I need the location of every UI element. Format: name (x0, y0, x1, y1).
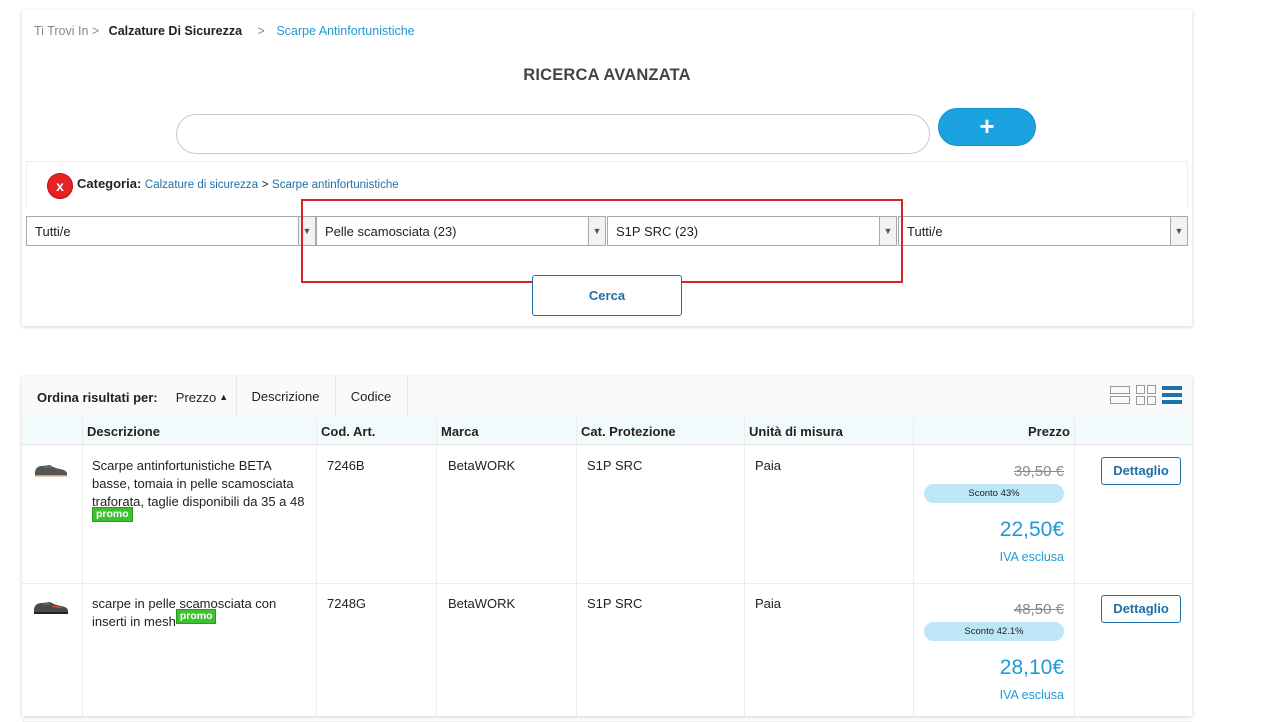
old-price: 48,50 € (1013, 601, 1064, 618)
advanced-search-panel: Ti Trovi In > Calzature Di Sicurezza > S… (22, 10, 1192, 326)
promo-badge: promo (92, 507, 133, 522)
column-header-price: Prezzo (1028, 424, 1070, 439)
column-header-brand: Marca (441, 424, 479, 439)
breadcrumb-scarpe[interactable]: Scarpe Antinfortunistiche (276, 24, 414, 38)
product-description-text: Scarpe antinfortunistiche BETA basse, to… (92, 458, 305, 509)
add-filter-button[interactable]: + (938, 108, 1036, 146)
category-link-calzature[interactable]: Calzature di sicurezza (145, 179, 258, 191)
category-label: Categoria: Calzature di sicurezza > Scar… (77, 176, 399, 191)
category-title: Categoria: (77, 176, 142, 191)
product-code: 7248G (327, 596, 367, 611)
promo-badge: promo (175, 609, 217, 624)
product-price: 28,10€ (999, 656, 1064, 679)
detail-button[interactable]: Dettaglio (1101, 457, 1181, 485)
sort-by-code[interactable]: Codice (335, 376, 408, 417)
sort-price-label: Prezzo (175, 390, 217, 405)
column-header-description: Descrizione (87, 424, 160, 439)
filter-select-1[interactable]: Tutti/e ▼ (26, 216, 316, 246)
product-unit: Paia (755, 458, 782, 473)
breadcrumb-prefix: Ti Trovi In > (34, 24, 100, 38)
product-brand: BetaWORK (448, 596, 516, 611)
filter-select-4[interactable]: Tutti/e ▼ (898, 216, 1188, 246)
shoe-thumbnail[interactable] (32, 459, 70, 479)
shoe-thumbnail[interactable] (32, 597, 70, 617)
product-description[interactable]: scarpe in pelle scamosciata con inserti … (92, 595, 312, 631)
sort-code-label: Codice (350, 389, 392, 404)
vat-note: IVA esclusa (999, 550, 1064, 564)
results-panel: Ordina risultati per: Prezzo ▲ Descrizion… (22, 376, 1192, 722)
product-description[interactable]: Scarpe antinfortunistiche BETA basse, to… (92, 457, 312, 529)
category-separator: > (261, 179, 269, 191)
sort-bar: Ordina risultati per: Prezzo ▲ Descrizion… (22, 376, 1192, 418)
table-header: Descrizione Cod. Art. Marca Cat. Protezi… (22, 417, 1192, 445)
filter-select-4-value: Tutti/e (907, 224, 943, 239)
sort-by-price[interactable]: Prezzo ▲ (168, 376, 237, 417)
breadcrumb-separator: > (257, 24, 265, 38)
page-title: RICERCA AVANZATA (523, 66, 691, 84)
discount-badge: Sconto 43% (924, 484, 1064, 503)
grid-view-icon[interactable] (1136, 385, 1156, 405)
breadcrumb: Ti Trovi In > Calzature Di Sicurezza > S… (34, 24, 415, 38)
old-price: 39,50 € (1013, 463, 1064, 480)
column-header-unit: Unità di misura (749, 424, 843, 439)
list-view-icon[interactable] (1110, 385, 1130, 405)
search-button[interactable]: Cerca (532, 275, 682, 316)
product-protection: S1P SRC (587, 458, 643, 473)
table-view-icon[interactable] (1162, 385, 1182, 405)
product-brand: BetaWORK (448, 458, 516, 473)
product-protection: S1P SRC (587, 596, 643, 611)
sort-up-icon: ▲ (219, 392, 229, 402)
product-unit: Paia (755, 596, 782, 611)
table-row: scarpe in pelle scamosciata con inserti … (22, 583, 1192, 722)
sort-by-description[interactable]: Descrizione (236, 376, 336, 417)
column-header-protection: Cat. Protezione (581, 424, 676, 439)
vat-note: IVA esclusa (999, 688, 1064, 702)
discount-badge: Sconto 42.1% (924, 622, 1064, 641)
filter-select-1-value: Tutti/e (35, 224, 71, 239)
detail-button[interactable]: Dettaglio (1101, 595, 1181, 623)
product-code: 7246B (327, 458, 365, 473)
highlight-box (301, 199, 903, 283)
product-price: 22,50€ (999, 518, 1064, 541)
remove-category-icon[interactable]: x (47, 173, 73, 199)
chevron-down-icon: ▼ (1170, 217, 1187, 245)
breadcrumb-calzature[interactable]: Calzature Di Sicurezza (109, 24, 242, 38)
category-link-scarpe[interactable]: Scarpe antinfortunistiche (272, 179, 399, 191)
column-header-code: Cod. Art. (321, 424, 376, 439)
search-input[interactable] (176, 114, 930, 154)
sort-description-label: Descrizione (251, 389, 320, 404)
table-row: Scarpe antinfortunistiche BETA basse, to… (22, 445, 1192, 584)
sort-label: Ordina risultati per: (37, 390, 158, 405)
